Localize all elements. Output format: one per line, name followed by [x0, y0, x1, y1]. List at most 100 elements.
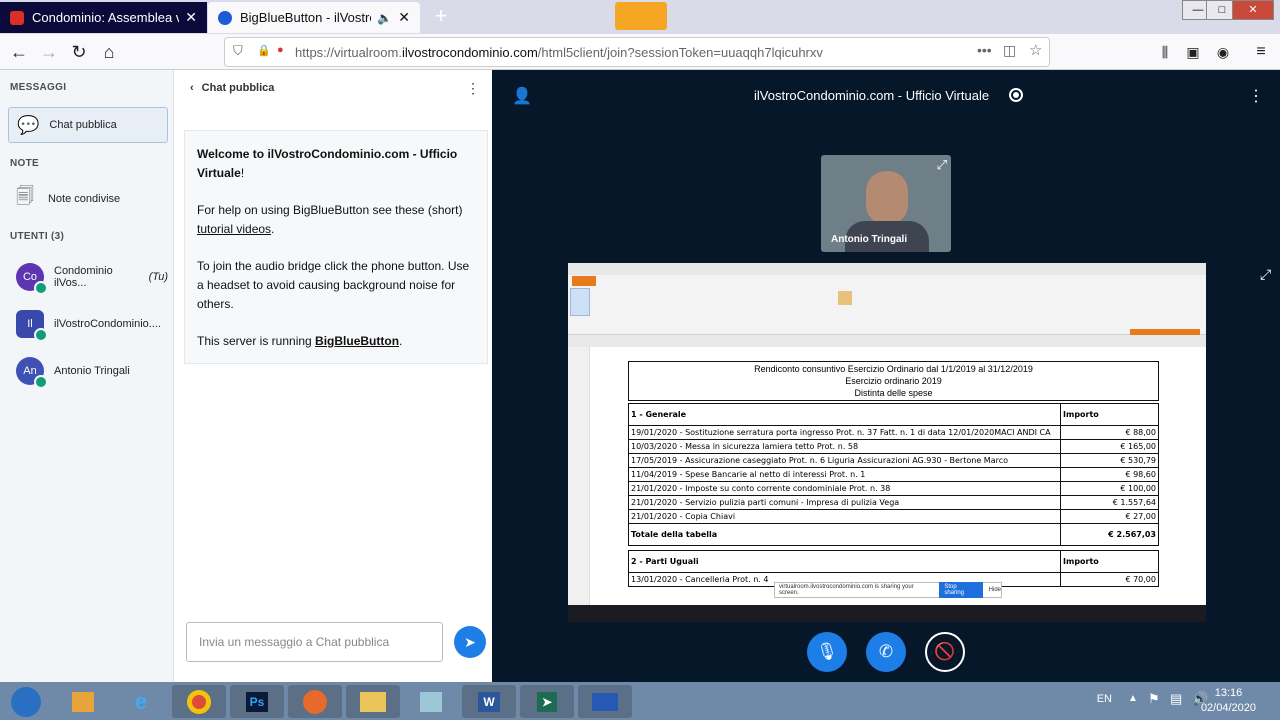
remote-desktop-icon[interactable]: [578, 685, 632, 718]
table-row: 21/01/2020 - Servizio pulizia parti comu…: [628, 495, 1159, 510]
chat-message-input[interactable]: Invia un messaggio a Chat pubblica: [186, 622, 443, 662]
table-row: 21/01/2020 - Imposte su conto corrente c…: [628, 481, 1159, 496]
tab-condominio[interactable]: Condominio: Assemblea virtua ✕: [0, 2, 207, 33]
greenshot-icon[interactable]: ➤: [520, 685, 574, 718]
forward-button[interactable]: →: [36, 39, 62, 65]
user-item[interactable]: Il ilVostroCondominio....: [8, 309, 168, 342]
tutorial-videos-link[interactable]: tutorial videos: [197, 222, 271, 236]
close-tab-icon[interactable]: ✕: [185, 9, 197, 26]
internet-explorer-icon[interactable]: e: [114, 685, 168, 718]
hand-tool: [570, 288, 590, 316]
tab-title: Condominio: Assemblea virtua: [32, 10, 180, 25]
chat-options-icon[interactable]: ⋮: [466, 80, 480, 97]
chat-header[interactable]: ‹ Chat pubblica: [190, 82, 274, 94]
document-title: Rendiconto consuntivo Esercizio Ordinari…: [628, 361, 1159, 401]
shield-icon[interactable]: ⛉: [233, 43, 243, 59]
shared-taskbar: [568, 605, 1206, 622]
screenshare-video[interactable]: Rendiconto consuntivo Esercizio Ordinari…: [568, 263, 1206, 622]
bookmark-star-icon[interactable]: ☆: [1029, 41, 1042, 59]
file-tab: [572, 276, 596, 286]
user-item[interactable]: An Antonio Tringali: [8, 356, 168, 389]
chevron-left-icon[interactable]: ‹: [190, 82, 194, 94]
document-tabs: [568, 335, 1206, 347]
meeting-main-area: 👤 ilVostroCondominio.com - Ufficio Virtu…: [492, 70, 1280, 682]
bigbluebutton-icon: [218, 10, 232, 25]
tray-expand-icon[interactable]: ▲: [1128, 693, 1138, 704]
start-button[interactable]: [2, 685, 50, 718]
url-bar[interactable]: ⛉ 🔒 ● https://virtualroom. ilvostrocondom…: [224, 37, 1050, 67]
speaker-icon[interactable]: 🔈: [377, 11, 392, 25]
tray-language[interactable]: EN: [1097, 692, 1112, 707]
new-tab-button[interactable]: +: [428, 4, 454, 30]
share-notice-text: virtualroom.ilvostrocondominio.com is sh…: [779, 584, 914, 596]
photoshop-icon[interactable]: Ps: [230, 685, 284, 718]
table-row: 10/03/2020 - Messa in sicurezza lamiera …: [628, 439, 1159, 454]
expense-table: 1 - Generale Importo 19/01/2020 - Sostit…: [628, 403, 1159, 546]
flag-icon[interactable]: ⚑: [1148, 691, 1160, 707]
close-window-button[interactable]: ✕: [1232, 0, 1274, 20]
recording-icon[interactable]: [1008, 88, 1023, 102]
account-icon[interactable]: ◉: [1210, 39, 1236, 65]
close-tab-icon[interactable]: ✕: [398, 9, 410, 26]
welcome-message: Welcome to ilVostroCondominio.com - Uffi…: [184, 130, 488, 364]
user-list-sidebar: MESSAGGI 💬 Chat pubblica NOTE 🗐 Note con…: [0, 70, 174, 682]
user-icon[interactable]: 👤: [512, 86, 532, 106]
microphone-icon[interactable]: ●: [277, 44, 284, 56]
bigbluebutton-link[interactable]: BigBlueButton: [315, 334, 399, 348]
table-total-row: Totale della tabella € 2.567,03: [628, 523, 1159, 546]
sidebar-icon[interactable]: ▣: [1180, 39, 1206, 65]
meeting-options-icon[interactable]: ⋮: [1248, 86, 1264, 106]
camera-off-button[interactable]: 🚫: [925, 632, 965, 672]
more-actions-icon[interactable]: •••: [977, 42, 992, 58]
word-icon[interactable]: W: [462, 685, 516, 718]
pdf-page: Rendiconto consuntivo Esercizio Ordinari…: [590, 347, 1192, 605]
lock-icon[interactable]: 🔒: [257, 44, 271, 57]
user-name: Condominio ilVos...: [54, 265, 113, 289]
tray-clock[interactable]: 13:16 02/04/2020: [1201, 686, 1256, 716]
fullscreen-screen-icon[interactable]: ⤢: [1260, 266, 1271, 283]
back-button[interactable]: ←: [6, 39, 32, 65]
send-button[interactable]: ➤: [454, 626, 486, 658]
users-header: UTENTI (3): [10, 231, 65, 242]
fullscreen-icon[interactable]: ⤢: [937, 157, 947, 173]
screen-sharing-notice: virtualroom.ilvostrocondominio.com is sh…: [774, 582, 1002, 598]
table-row: 19/01/2020 - Sostituzione serratura port…: [628, 425, 1159, 440]
microphone-button[interactable]: 🎙: [807, 632, 847, 672]
url-host: ilvostrocondominio.com: [401, 44, 538, 60]
stop-sharing-button[interactable]: Stop sharing: [939, 582, 983, 598]
windows-taskbar: e Ps W ➤ EN ▲ ⚑ ▤ 🔊 13:16 02/04/2020: [0, 682, 1280, 720]
url-path: /html5client/join?sessionToken=uuaqqh7lq…: [537, 44, 823, 60]
user-item[interactable]: Co Condominio ilVos... (Tu): [8, 262, 168, 295]
pocket-icon[interactable]: ◫: [1003, 42, 1016, 59]
table-header-row: 2 - Parti Uguali Importo: [628, 550, 1159, 573]
sidebar-item-public-chat[interactable]: 💬 Chat pubblica: [8, 107, 168, 143]
chrome-icon[interactable]: [172, 685, 226, 718]
sidebar-item-label: Note condivise: [47, 193, 121, 205]
home-button[interactable]: ⌂: [96, 39, 122, 65]
user-name: Antonio Tringali: [54, 365, 130, 377]
sidebar-item-shared-notes[interactable]: 🗐 Note condivise: [8, 184, 168, 214]
reload-button[interactable]: ↻: [66, 39, 92, 65]
phone-button[interactable]: ✆: [866, 632, 906, 672]
audio-status-icon: [34, 281, 48, 295]
pdf-reader-ribbon: [568, 263, 1206, 341]
chat-title: Chat pubblica: [201, 82, 275, 94]
menu-icon[interactable]: ≡: [1248, 39, 1274, 65]
file-explorer-icon[interactable]: [346, 685, 400, 718]
audio-status-icon: [34, 328, 48, 342]
tab-bigbluebutton[interactable]: BigBlueButton - ilVostroCon 🔈 ✕: [208, 2, 420, 33]
webcam-video[interactable]: ⤢ Antonio Tringali: [821, 155, 951, 252]
avatar: Il: [16, 310, 48, 342]
library-icon[interactable]: ⫼: [1152, 39, 1178, 65]
app-icon[interactable]: [404, 685, 458, 718]
media-player-icon[interactable]: [56, 685, 110, 718]
ribbon-title-strip: [568, 263, 1206, 275]
send-icon: ➤: [464, 633, 476, 650]
chat-input-placeholder: Invia un messaggio a Chat pubblica: [199, 635, 390, 649]
hide-button[interactable]: Hide: [989, 587, 1001, 593]
messages-header: MESSAGGI: [10, 82, 67, 93]
firefox-icon[interactable]: [288, 685, 342, 718]
network-icon[interactable]: ▤: [1170, 691, 1182, 707]
chat-panel: ‹ Chat pubblica ⋮ Welcome to ilVostroCond…: [174, 70, 492, 682]
webcam-name-label: Antonio Tringali: [831, 234, 908, 245]
